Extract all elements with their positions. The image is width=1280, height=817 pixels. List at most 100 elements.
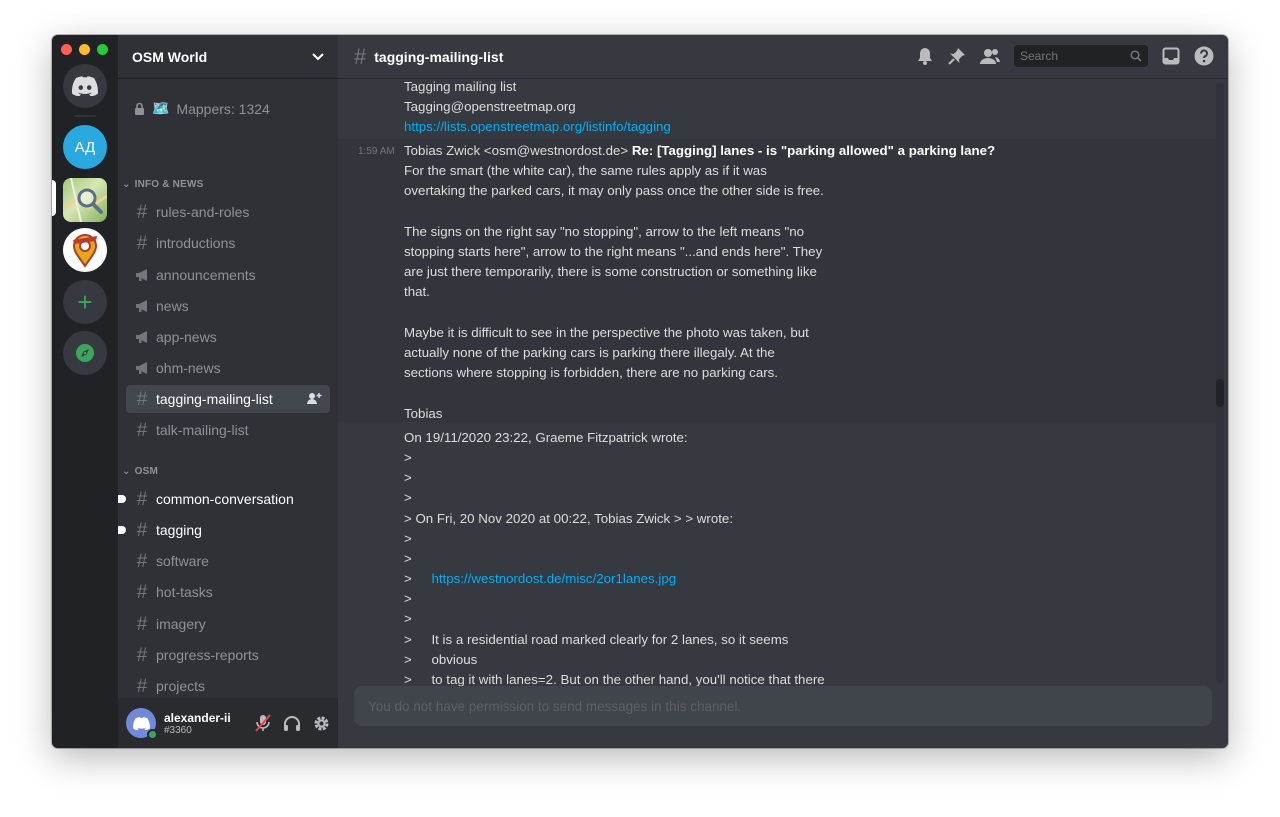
message-text: sections where stopping is forbidden, th… [404, 365, 779, 380]
online-status-icon [147, 729, 158, 740]
server-rail: АД + [52, 35, 118, 748]
help-icon[interactable] [1194, 46, 1214, 66]
message-text: The signs on the right say "no stopping"… [404, 224, 804, 239]
channel-label: imagery [156, 616, 206, 632]
channel-announcements[interactable]: announcements [126, 261, 330, 289]
channel-label: tagging [156, 522, 202, 538]
quote-marker: > [404, 632, 412, 647]
active-server-indicator [52, 180, 56, 216]
server-ad[interactable]: АД [63, 125, 107, 169]
discord-window: АД + OSM World 🗺️ Mappers: 1324 ⌄ INFO &… [52, 35, 1228, 748]
pin-icon[interactable] [948, 47, 966, 65]
channel-rules-and-roles[interactable]: # rules-and-roles [126, 198, 330, 226]
channel-tagging-mailing-list[interactable]: # tagging-mailing-list [126, 385, 330, 413]
minimize-window-button[interactable] [79, 44, 90, 55]
search-input[interactable]: Search [1014, 45, 1148, 67]
channel-common-conversation[interactable]: # common-conversation [118, 485, 330, 513]
quote-line: > [404, 490, 412, 505]
quote-marker: > [404, 672, 412, 687]
message-list: Tagging mailing list Tagging@openstreetm… [338, 79, 1218, 689]
server-header[interactable]: OSM World [118, 35, 338, 79]
chevron-down-icon: ⌄ [122, 466, 131, 477]
channel-imagery[interactable]: # imagery [126, 610, 330, 638]
scrollbar-thumb[interactable] [1216, 379, 1224, 407]
server-name: OSM World [132, 48, 208, 65]
quote-line: > obvious [404, 650, 477, 670]
avatar[interactable] [126, 708, 158, 740]
quote-line: > [404, 450, 412, 465]
category-osm[interactable]: ⌄ OSM [122, 466, 158, 477]
quote-link[interactable]: https://westnordost.de/misc/2or1lanes.jp… [431, 571, 676, 586]
quote-line: > https://westnordost.de/misc/2or1lanes.… [404, 569, 676, 589]
explore-servers-button[interactable] [63, 331, 107, 375]
channel-label: app-news [156, 329, 217, 345]
channel-label: common-conversation [156, 491, 294, 507]
server-location[interactable] [63, 228, 107, 272]
gear-icon[interactable] [313, 715, 330, 732]
channel-ohm-news[interactable]: ohm-news [126, 354, 330, 382]
member-count-label: Mappers: 1324 [176, 100, 270, 117]
channel-list: 🗺️ Mappers: 1324 ⌄ INFO & NEWS # rules-a… [118, 79, 338, 699]
channel-progress-reports[interactable]: # progress-reports [126, 641, 330, 669]
quote-line: > [404, 551, 412, 566]
message-text: Tagging@openstreetmap.org [404, 99, 576, 114]
map-emoji-icon: 🗺️ [152, 100, 170, 116]
maximize-window-button[interactable] [97, 44, 108, 55]
map-magnifier-icon [63, 178, 107, 222]
composer-placeholder: You do not have permission to send messa… [368, 698, 742, 714]
user-discriminator: #3360 [164, 724, 192, 736]
channel-label: announcements [156, 267, 256, 283]
invite-member-icon[interactable] [307, 392, 322, 405]
hash-icon: # [136, 613, 148, 635]
channel-software[interactable]: # software [126, 547, 330, 575]
bell-icon[interactable] [916, 47, 934, 65]
message-header: Tobias Zwick <osm@westnordost.de> Re: [T… [404, 141, 995, 161]
close-window-button[interactable] [61, 44, 72, 55]
member-count-channel[interactable]: 🗺️ Mappers: 1324 [134, 100, 270, 117]
channel-news[interactable]: news [126, 292, 330, 320]
server-osm-world[interactable] [63, 178, 107, 222]
channel-hot-tasks[interactable]: # hot-tasks [126, 578, 330, 606]
home-button[interactable] [63, 64, 107, 108]
user-meta[interactable]: alexander-ii #3360 [164, 711, 231, 736]
channel-label: introductions [156, 235, 236, 251]
hash-icon: # [136, 232, 148, 254]
server-divider [74, 115, 96, 117]
category-info-news[interactable]: ⌄ INFO & NEWS [122, 179, 203, 190]
message-composer[interactable]: You do not have permission to send messa… [354, 686, 1212, 726]
channel-talk-mailing-list[interactable]: # talk-mailing-list [126, 416, 330, 444]
channel-tagging[interactable]: # tagging [118, 516, 330, 544]
mute-microphone-icon[interactable] [255, 714, 271, 732]
header-toolbar: Search [916, 45, 1214, 67]
server-ad-label: АД [74, 138, 96, 156]
add-server-button[interactable]: + [63, 280, 107, 324]
channel-app-news[interactable]: app-news [126, 323, 330, 351]
chevron-down-icon: ⌄ [122, 179, 131, 190]
quote-text: obvious [431, 652, 478, 667]
message-text: stopping starts here", arrow to the righ… [404, 244, 823, 259]
member-list-icon[interactable] [980, 48, 1000, 64]
headphones-icon[interactable] [283, 715, 301, 732]
channel-introductions[interactable]: # introductions [126, 229, 330, 257]
megaphone-icon [134, 359, 150, 378]
hash-icon: # [136, 388, 148, 410]
hash-icon: # [136, 519, 148, 541]
channel-label: hot-tasks [156, 584, 213, 600]
quote-line: > It is a residential road marked clearl… [404, 630, 788, 650]
inbox-icon[interactable] [1162, 47, 1180, 65]
message-author[interactable]: Tobias Zwick <osm@westnordost.de> [404, 143, 628, 158]
hash-icon: # [136, 550, 148, 572]
compass-icon [76, 344, 94, 362]
user-controls [255, 714, 330, 732]
chat-area: # tagging-mailing-list Search Tagging ma… [338, 35, 1228, 748]
unread-indicator [118, 526, 126, 534]
message-link[interactable]: https://lists.openstreetmap.org/listinfo… [404, 117, 671, 137]
quote-line: > On Fri, 20 Nov 2020 at 00:22, Tobias Z… [404, 511, 734, 526]
channel-projects[interactable]: # projects [126, 672, 330, 699]
message-signature: Tobias [404, 406, 443, 421]
username: alexander-ii [164, 710, 231, 725]
search-icon [1130, 50, 1142, 62]
category-label: INFO & NEWS [134, 179, 204, 190]
quote-line: > [404, 470, 412, 485]
hash-icon: # [136, 201, 148, 223]
